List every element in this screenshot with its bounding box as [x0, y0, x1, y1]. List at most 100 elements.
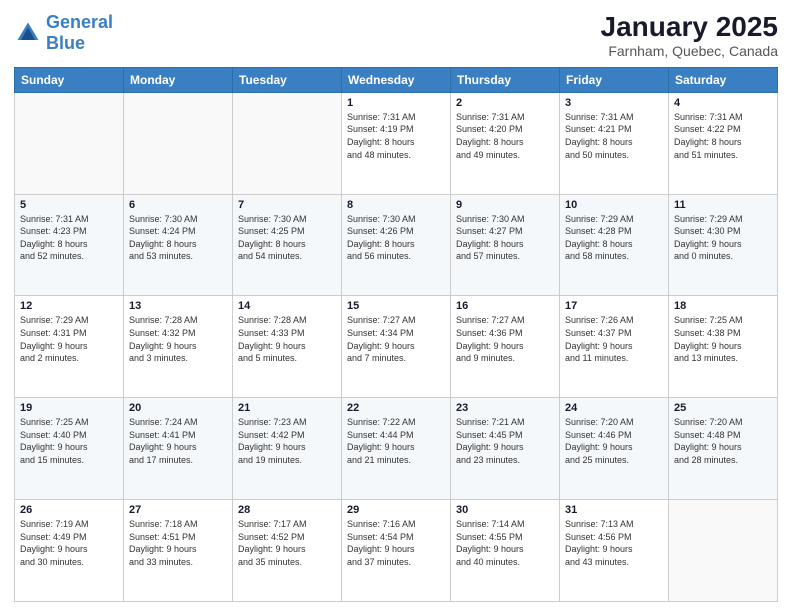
col-sunday: Sunday: [15, 67, 124, 92]
day-info: Sunrise: 7:20 AMSunset: 4:46 PMDaylight:…: [565, 417, 634, 465]
day-info: Sunrise: 7:30 AMSunset: 4:25 PMDaylight:…: [238, 214, 307, 262]
logo: General Blue: [14, 12, 113, 54]
table-row: 11 Sunrise: 7:29 AMSunset: 4:30 PMDaylig…: [669, 194, 778, 296]
day-number: 19: [20, 402, 118, 414]
calendar-week-3: 12 Sunrise: 7:29 AMSunset: 4:31 PMDaylig…: [15, 296, 778, 398]
day-info: Sunrise: 7:31 AMSunset: 4:19 PMDaylight:…: [347, 112, 416, 160]
day-info: Sunrise: 7:22 AMSunset: 4:44 PMDaylight:…: [347, 417, 416, 465]
day-info: Sunrise: 7:28 AMSunset: 4:33 PMDaylight:…: [238, 315, 307, 363]
calendar-week-1: 1 Sunrise: 7:31 AMSunset: 4:19 PMDayligh…: [15, 92, 778, 194]
day-info: Sunrise: 7:30 AMSunset: 4:26 PMDaylight:…: [347, 214, 416, 262]
day-number: 26: [20, 504, 118, 516]
day-info: Sunrise: 7:30 AMSunset: 4:27 PMDaylight:…: [456, 214, 525, 262]
table-row: 16 Sunrise: 7:27 AMSunset: 4:36 PMDaylig…: [451, 296, 560, 398]
day-number: 18: [674, 300, 772, 312]
table-row: [124, 92, 233, 194]
calendar-table: Sunday Monday Tuesday Wednesday Thursday…: [14, 67, 778, 602]
title-block: January 2025 Farnham, Quebec, Canada: [601, 12, 778, 59]
day-number: 1: [347, 97, 445, 109]
day-number: 15: [347, 300, 445, 312]
table-row: 29 Sunrise: 7:16 AMSunset: 4:54 PMDaylig…: [342, 500, 451, 602]
day-number: 3: [565, 97, 663, 109]
day-number: 6: [129, 199, 227, 211]
col-thursday: Thursday: [451, 67, 560, 92]
day-number: 23: [456, 402, 554, 414]
day-info: Sunrise: 7:21 AMSunset: 4:45 PMDaylight:…: [456, 417, 525, 465]
col-wednesday: Wednesday: [342, 67, 451, 92]
table-row: 15 Sunrise: 7:27 AMSunset: 4:34 PMDaylig…: [342, 296, 451, 398]
table-row: 6 Sunrise: 7:30 AMSunset: 4:24 PMDayligh…: [124, 194, 233, 296]
table-row: 12 Sunrise: 7:29 AMSunset: 4:31 PMDaylig…: [15, 296, 124, 398]
day-info: Sunrise: 7:31 AMSunset: 4:20 PMDaylight:…: [456, 112, 525, 160]
day-info: Sunrise: 7:31 AMSunset: 4:22 PMDaylight:…: [674, 112, 743, 160]
table-row: 9 Sunrise: 7:30 AMSunset: 4:27 PMDayligh…: [451, 194, 560, 296]
day-number: 16: [456, 300, 554, 312]
day-number: 12: [20, 300, 118, 312]
table-row: 24 Sunrise: 7:20 AMSunset: 4:46 PMDaylig…: [560, 398, 669, 500]
table-row: 5 Sunrise: 7:31 AMSunset: 4:23 PMDayligh…: [15, 194, 124, 296]
day-info: Sunrise: 7:19 AMSunset: 4:49 PMDaylight:…: [20, 519, 89, 567]
day-info: Sunrise: 7:30 AMSunset: 4:24 PMDaylight:…: [129, 214, 198, 262]
day-number: 17: [565, 300, 663, 312]
day-number: 24: [565, 402, 663, 414]
day-number: 30: [456, 504, 554, 516]
table-row: 27 Sunrise: 7:18 AMSunset: 4:51 PMDaylig…: [124, 500, 233, 602]
logo-icon: [14, 19, 42, 47]
calendar-week-4: 19 Sunrise: 7:25 AMSunset: 4:40 PMDaylig…: [15, 398, 778, 500]
table-row: 10 Sunrise: 7:29 AMSunset: 4:28 PMDaylig…: [560, 194, 669, 296]
col-monday: Monday: [124, 67, 233, 92]
day-number: 7: [238, 199, 336, 211]
day-info: Sunrise: 7:28 AMSunset: 4:32 PMDaylight:…: [129, 315, 198, 363]
day-number: 10: [565, 199, 663, 211]
table-row: 21 Sunrise: 7:23 AMSunset: 4:42 PMDaylig…: [233, 398, 342, 500]
table-row: 25 Sunrise: 7:20 AMSunset: 4:48 PMDaylig…: [669, 398, 778, 500]
day-info: Sunrise: 7:31 AMSunset: 4:21 PMDaylight:…: [565, 112, 634, 160]
table-row: 13 Sunrise: 7:28 AMSunset: 4:32 PMDaylig…: [124, 296, 233, 398]
table-row: [233, 92, 342, 194]
location-title: Farnham, Quebec, Canada: [601, 43, 778, 59]
table-row: 8 Sunrise: 7:30 AMSunset: 4:26 PMDayligh…: [342, 194, 451, 296]
day-info: Sunrise: 7:18 AMSunset: 4:51 PMDaylight:…: [129, 519, 198, 567]
table-row: 14 Sunrise: 7:28 AMSunset: 4:33 PMDaylig…: [233, 296, 342, 398]
day-info: Sunrise: 7:14 AMSunset: 4:55 PMDaylight:…: [456, 519, 525, 567]
table-row: 3 Sunrise: 7:31 AMSunset: 4:21 PMDayligh…: [560, 92, 669, 194]
day-number: 20: [129, 402, 227, 414]
day-number: 29: [347, 504, 445, 516]
day-number: 25: [674, 402, 772, 414]
table-row: 31 Sunrise: 7:13 AMSunset: 4:56 PMDaylig…: [560, 500, 669, 602]
table-row: [15, 92, 124, 194]
table-row: 22 Sunrise: 7:22 AMSunset: 4:44 PMDaylig…: [342, 398, 451, 500]
table-row: 1 Sunrise: 7:31 AMSunset: 4:19 PMDayligh…: [342, 92, 451, 194]
day-number: 28: [238, 504, 336, 516]
table-row: 28 Sunrise: 7:17 AMSunset: 4:52 PMDaylig…: [233, 500, 342, 602]
day-number: 9: [456, 199, 554, 211]
table-row: 23 Sunrise: 7:21 AMSunset: 4:45 PMDaylig…: [451, 398, 560, 500]
day-number: 22: [347, 402, 445, 414]
day-info: Sunrise: 7:26 AMSunset: 4:37 PMDaylight:…: [565, 315, 634, 363]
logo-text: General Blue: [46, 12, 113, 54]
table-row: 2 Sunrise: 7:31 AMSunset: 4:20 PMDayligh…: [451, 92, 560, 194]
col-friday: Friday: [560, 67, 669, 92]
calendar-week-2: 5 Sunrise: 7:31 AMSunset: 4:23 PMDayligh…: [15, 194, 778, 296]
col-saturday: Saturday: [669, 67, 778, 92]
table-row: 30 Sunrise: 7:14 AMSunset: 4:55 PMDaylig…: [451, 500, 560, 602]
day-info: Sunrise: 7:27 AMSunset: 4:34 PMDaylight:…: [347, 315, 416, 363]
day-info: Sunrise: 7:23 AMSunset: 4:42 PMDaylight:…: [238, 417, 307, 465]
day-info: Sunrise: 7:17 AMSunset: 4:52 PMDaylight:…: [238, 519, 307, 567]
day-info: Sunrise: 7:13 AMSunset: 4:56 PMDaylight:…: [565, 519, 634, 567]
day-info: Sunrise: 7:25 AMSunset: 4:38 PMDaylight:…: [674, 315, 743, 363]
day-number: 5: [20, 199, 118, 211]
day-info: Sunrise: 7:24 AMSunset: 4:41 PMDaylight:…: [129, 417, 198, 465]
calendar-header-row: Sunday Monday Tuesday Wednesday Thursday…: [15, 67, 778, 92]
table-row: 17 Sunrise: 7:26 AMSunset: 4:37 PMDaylig…: [560, 296, 669, 398]
day-info: Sunrise: 7:29 AMSunset: 4:30 PMDaylight:…: [674, 214, 743, 262]
table-row: 19 Sunrise: 7:25 AMSunset: 4:40 PMDaylig…: [15, 398, 124, 500]
table-row: [669, 500, 778, 602]
day-number: 31: [565, 504, 663, 516]
day-number: 11: [674, 199, 772, 211]
table-row: 4 Sunrise: 7:31 AMSunset: 4:22 PMDayligh…: [669, 92, 778, 194]
day-number: 2: [456, 97, 554, 109]
day-info: Sunrise: 7:25 AMSunset: 4:40 PMDaylight:…: [20, 417, 89, 465]
logo-blue: Blue: [46, 33, 85, 53]
day-number: 14: [238, 300, 336, 312]
